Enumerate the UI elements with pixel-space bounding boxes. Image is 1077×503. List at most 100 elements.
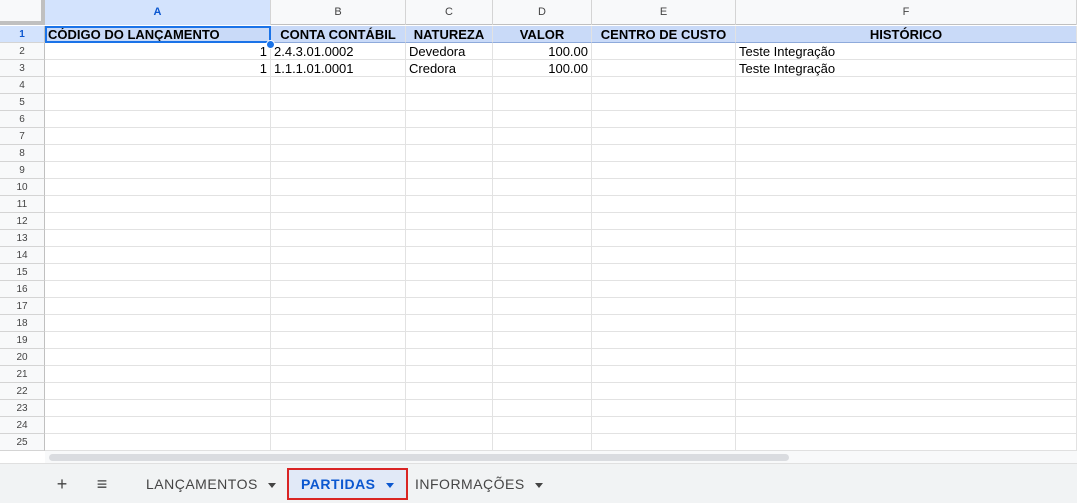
empty-cell[interactable]: [493, 128, 592, 145]
column-header-c[interactable]: C: [406, 0, 493, 25]
empty-cell[interactable]: [271, 366, 406, 383]
empty-cell[interactable]: [592, 77, 736, 94]
header-cell-historico[interactable]: HISTÓRICO: [736, 26, 1077, 43]
empty-cell[interactable]: [406, 383, 493, 400]
row-header[interactable]: 6: [0, 111, 45, 128]
empty-cell[interactable]: [493, 434, 592, 451]
row-header[interactable]: 21: [0, 366, 45, 383]
empty-cell[interactable]: [592, 162, 736, 179]
empty-cell[interactable]: [406, 230, 493, 247]
empty-cell[interactable]: [271, 247, 406, 264]
empty-cell[interactable]: [406, 332, 493, 349]
empty-cell[interactable]: [736, 417, 1077, 434]
row-header[interactable]: 18: [0, 315, 45, 332]
row-header[interactable]: 12: [0, 213, 45, 230]
column-header-b[interactable]: B: [271, 0, 406, 25]
empty-cell[interactable]: [493, 247, 592, 264]
row-header[interactable]: 1: [0, 26, 45, 43]
empty-cell[interactable]: [592, 298, 736, 315]
empty-cell[interactable]: [592, 349, 736, 366]
empty-cell[interactable]: [406, 145, 493, 162]
empty-cell[interactable]: [406, 247, 493, 264]
column-header-a[interactable]: A: [45, 0, 271, 25]
all-sheets-menu-icon[interactable]: ≡: [90, 472, 114, 496]
empty-cell[interactable]: [493, 298, 592, 315]
empty-cell[interactable]: [45, 213, 271, 230]
empty-cell[interactable]: [406, 417, 493, 434]
empty-cell[interactable]: [271, 179, 406, 196]
empty-cell[interactable]: [406, 179, 493, 196]
empty-cell[interactable]: [736, 298, 1077, 315]
empty-cell[interactable]: [45, 128, 271, 145]
row-header[interactable]: 13: [0, 230, 45, 247]
row-header[interactable]: 22: [0, 383, 45, 400]
empty-cell[interactable]: [45, 196, 271, 213]
add-sheet-button[interactable]: +: [50, 472, 74, 496]
empty-cell[interactable]: [493, 94, 592, 111]
empty-cell[interactable]: [592, 179, 736, 196]
empty-cell[interactable]: [406, 94, 493, 111]
empty-cell[interactable]: [406, 111, 493, 128]
empty-cell[interactable]: [736, 230, 1077, 247]
selection-fill-handle[interactable]: [266, 40, 275, 49]
row-header[interactable]: 14: [0, 247, 45, 264]
empty-cell[interactable]: [592, 315, 736, 332]
empty-cell[interactable]: [736, 196, 1077, 213]
empty-cell[interactable]: [45, 315, 271, 332]
empty-cell[interactable]: [493, 383, 592, 400]
empty-cell[interactable]: [592, 383, 736, 400]
empty-cell[interactable]: [592, 264, 736, 281]
empty-cell[interactable]: [736, 366, 1077, 383]
data-cell[interactable]: Devedora: [406, 43, 493, 60]
empty-cell[interactable]: [493, 179, 592, 196]
empty-cell[interactable]: [493, 196, 592, 213]
empty-cell[interactable]: [493, 332, 592, 349]
row-header[interactable]: 5: [0, 94, 45, 111]
empty-cell[interactable]: [592, 111, 736, 128]
empty-cell[interactable]: [45, 349, 271, 366]
data-cell[interactable]: 1.1.1.01.0001: [271, 60, 406, 77]
empty-cell[interactable]: [736, 400, 1077, 417]
empty-cell[interactable]: [736, 383, 1077, 400]
empty-cell[interactable]: [493, 281, 592, 298]
empty-cell[interactable]: [592, 128, 736, 145]
empty-cell[interactable]: [45, 332, 271, 349]
row-header[interactable]: 10: [0, 179, 45, 196]
data-cell[interactable]: Teste Integração: [736, 60, 1077, 77]
empty-cell[interactable]: [271, 230, 406, 247]
empty-cell[interactable]: [406, 366, 493, 383]
empty-cell[interactable]: [406, 281, 493, 298]
data-cell[interactable]: 2.4.3.01.0002: [271, 43, 406, 60]
header-cell-centro-custo[interactable]: CENTRO DE CUSTO: [592, 26, 736, 43]
tab-partidas[interactable]: PARTIDAS: [287, 468, 408, 500]
data-cell[interactable]: Credora: [406, 60, 493, 77]
empty-cell[interactable]: [271, 196, 406, 213]
empty-cell[interactable]: [736, 332, 1077, 349]
row-header[interactable]: 24: [0, 417, 45, 434]
empty-cell[interactable]: [271, 400, 406, 417]
empty-cell[interactable]: [406, 196, 493, 213]
data-cell[interactable]: [592, 60, 736, 77]
horizontal-scrollbar[interactable]: [45, 450, 1077, 463]
empty-cell[interactable]: [493, 111, 592, 128]
empty-cell[interactable]: [406, 349, 493, 366]
empty-cell[interactable]: [271, 213, 406, 230]
empty-cell[interactable]: [45, 230, 271, 247]
empty-cell[interactable]: [592, 400, 736, 417]
data-cell[interactable]: 100.00: [493, 60, 592, 77]
empty-cell[interactable]: [45, 417, 271, 434]
header-cell-codigo[interactable]: CÓDIGO DO LANÇAMENTO: [45, 26, 271, 43]
empty-cell[interactable]: [406, 128, 493, 145]
empty-cell[interactable]: [736, 315, 1077, 332]
select-all-corner[interactable]: [0, 0, 45, 25]
row-header[interactable]: 11: [0, 196, 45, 213]
tab-informacoes[interactable]: INFORMAÇÕES: [403, 468, 555, 500]
empty-cell[interactable]: [271, 383, 406, 400]
row-header[interactable]: 2: [0, 43, 45, 60]
chevron-down-icon[interactable]: [534, 482, 543, 488]
row-header[interactable]: 4: [0, 77, 45, 94]
row-header[interactable]: 23: [0, 400, 45, 417]
empty-cell[interactable]: [45, 366, 271, 383]
empty-cell[interactable]: [271, 264, 406, 281]
tab-lancamentos[interactable]: LANÇAMENTOS: [134, 468, 288, 500]
